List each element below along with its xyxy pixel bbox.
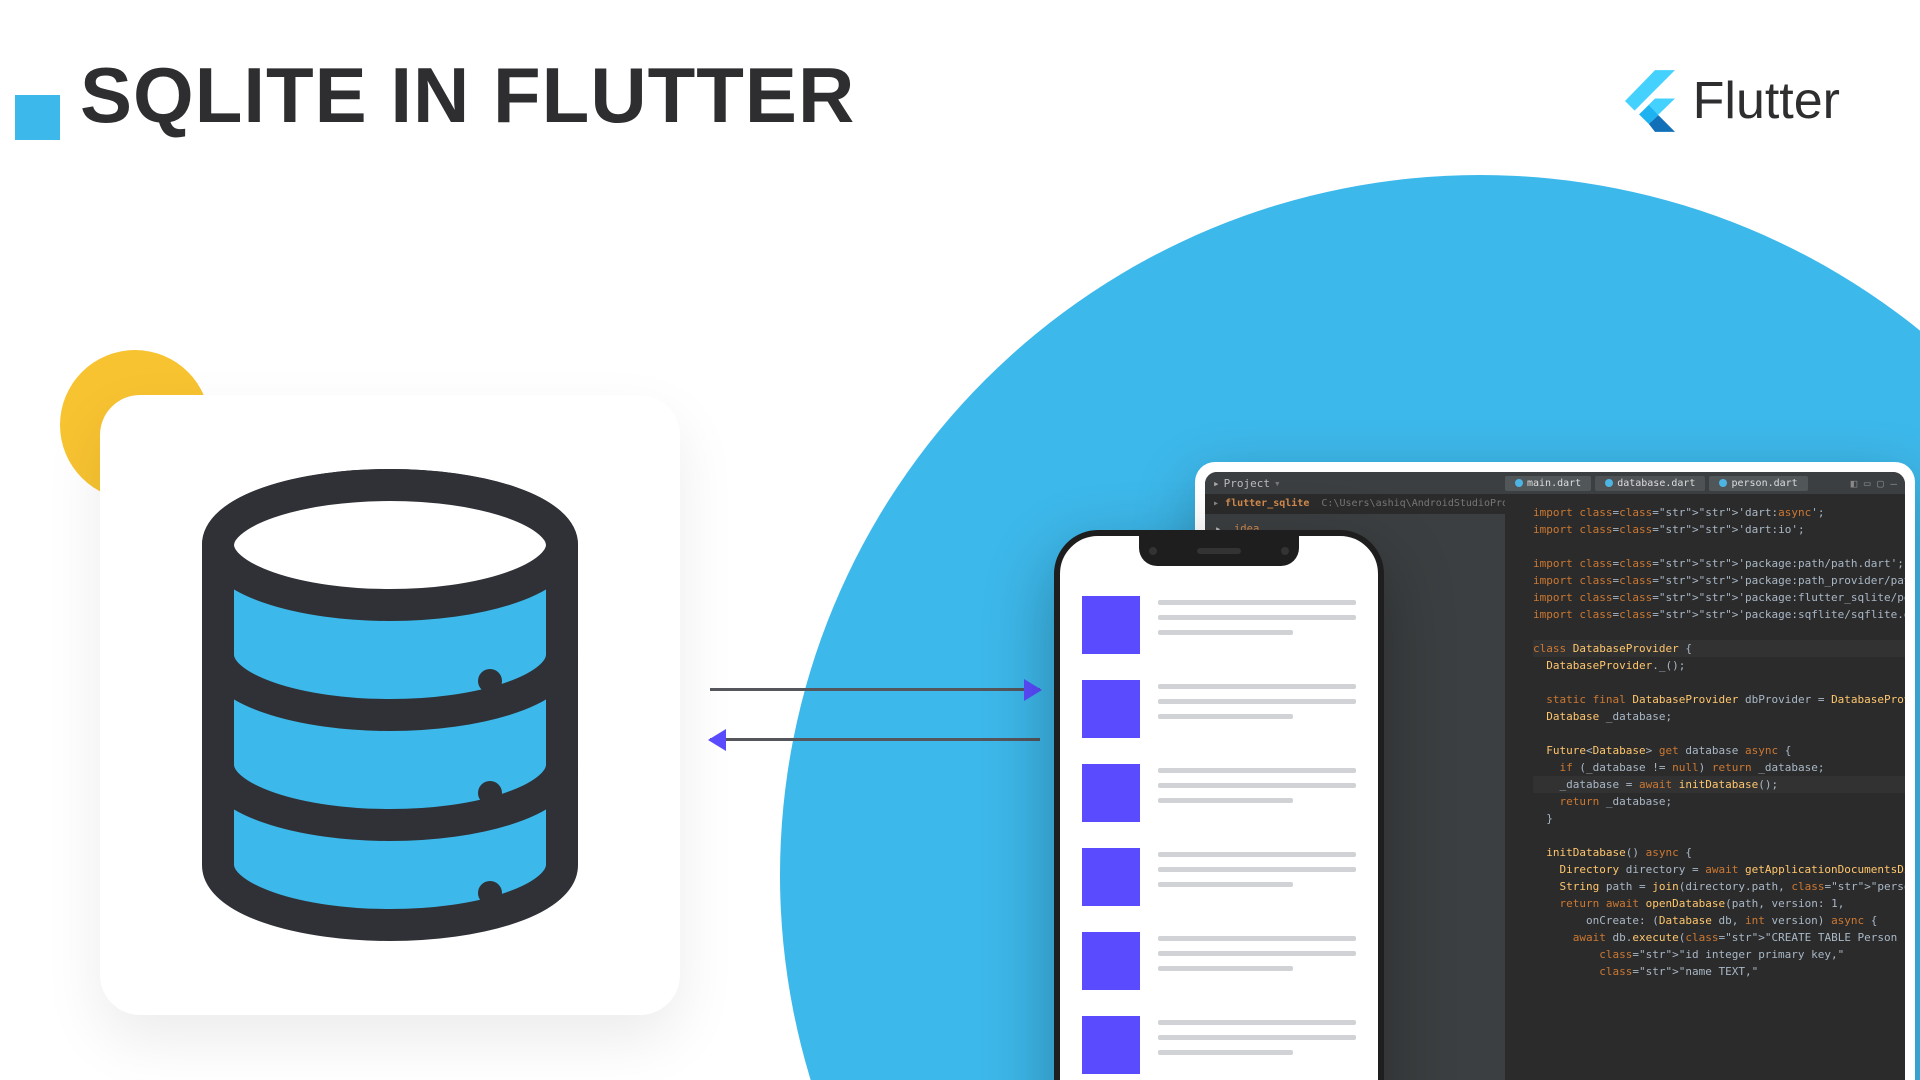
list-thumbnail	[1082, 596, 1140, 654]
list-item	[1082, 932, 1356, 990]
list-item	[1082, 848, 1356, 906]
phone-list	[1060, 578, 1378, 1080]
list-thumbnail	[1082, 764, 1140, 822]
database-card	[100, 395, 680, 1015]
phone-notch	[1139, 536, 1299, 566]
list-item	[1082, 1016, 1356, 1074]
ide-tab[interactable]: database.dart	[1595, 476, 1705, 491]
ide-tab[interactable]: person.dart	[1709, 476, 1807, 491]
list-thumbnail	[1082, 848, 1140, 906]
ide-tab[interactable]: main.dart	[1505, 476, 1591, 491]
sync-arrows	[710, 680, 1040, 760]
page-title: SQLITE IN FLUTTER	[80, 50, 855, 141]
ide-tabs: main.dart database.dart person.dart	[1505, 472, 1808, 494]
list-thumbnail	[1082, 680, 1140, 738]
list-thumbnail	[1082, 1016, 1140, 1074]
list-item	[1082, 764, 1356, 822]
database-icon	[190, 465, 590, 945]
ide-project-label: ▸Project▾	[1213, 477, 1281, 490]
ide-window-controls: ◧ ▭ ▢ —	[1851, 477, 1897, 490]
list-item	[1082, 596, 1356, 654]
list-thumbnail	[1082, 932, 1140, 990]
ide-code-editor: import class=class="str">"str">'dart:asy…	[1505, 496, 1905, 1080]
list-item	[1082, 680, 1356, 738]
flutter-label: Flutter	[1693, 71, 1840, 131]
phone-mockup	[1054, 530, 1384, 1080]
title-accent-bar	[15, 95, 60, 140]
flutter-icon	[1625, 70, 1675, 132]
flutter-logo: Flutter	[1625, 70, 1840, 132]
